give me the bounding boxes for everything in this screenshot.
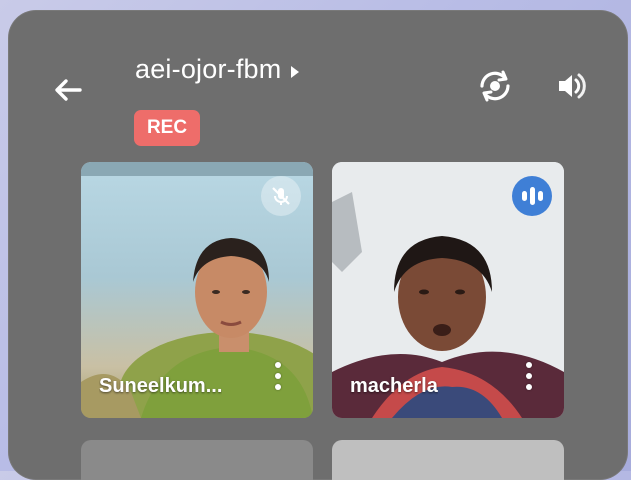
audio-bars-icon bbox=[520, 186, 544, 205]
participant-tile[interactable]: macherla bbox=[332, 162, 564, 418]
participant-tile[interactable]: Suneelkum... bbox=[81, 162, 313, 418]
mic-off-icon bbox=[272, 187, 290, 205]
recording-badge: REC bbox=[134, 110, 200, 146]
muted-indicator bbox=[261, 176, 301, 216]
more-vert-icon bbox=[526, 362, 532, 368]
back-button[interactable] bbox=[50, 72, 86, 108]
participant-more-button[interactable] bbox=[271, 362, 285, 396]
participant-more-button[interactable] bbox=[522, 362, 536, 396]
participant-tile-partial[interactable] bbox=[81, 440, 313, 480]
call-panel: aei-ojor-fbm REC Suneelkum... macherla bbox=[8, 10, 628, 480]
camera-switch-icon bbox=[480, 70, 510, 102]
switch-camera-button[interactable] bbox=[475, 66, 515, 106]
participant-name: Suneelkum... bbox=[99, 375, 223, 397]
participant-tile-partial[interactable] bbox=[332, 440, 564, 480]
arrow-left-icon bbox=[55, 79, 82, 101]
meeting-title: aei-ojor-fbm bbox=[135, 54, 282, 84]
caret-right-icon bbox=[291, 65, 300, 78]
speaker-icon bbox=[559, 73, 586, 99]
more-vert-icon bbox=[275, 362, 281, 368]
audio-output-button[interactable] bbox=[551, 66, 591, 106]
participant-name: macherla bbox=[350, 375, 438, 397]
meeting-title-button[interactable]: aei-ojor-fbm bbox=[135, 54, 300, 85]
speaking-indicator bbox=[512, 176, 552, 216]
